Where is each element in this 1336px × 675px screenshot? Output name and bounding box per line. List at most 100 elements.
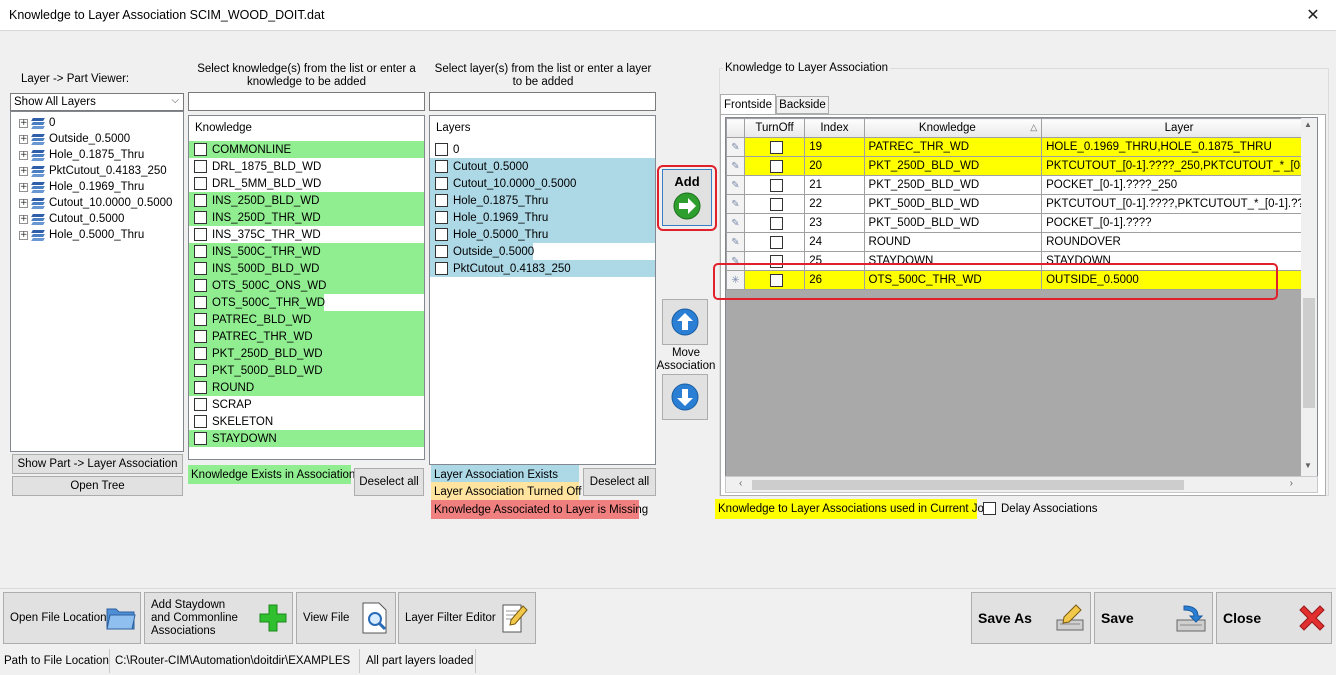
knowledge-list-item[interactable]: COMMONLINE	[189, 141, 424, 158]
turnoff-cell[interactable]	[743, 175, 806, 195]
knowledge-cell[interactable]: PKT_250D_BLD_WD	[863, 175, 1043, 195]
turnoff-checkbox[interactable]	[770, 235, 784, 249]
knowledge-checkbox[interactable]	[194, 279, 207, 292]
edit-row-icon[interactable]: ✎	[726, 137, 745, 157]
knowledge-list-item[interactable]: INS_375C_THR_WD	[189, 226, 424, 243]
expand-icon[interactable]: +	[19, 182, 28, 192]
layer-checkbox[interactable]	[435, 160, 448, 173]
turnoff-cell[interactable]	[743, 156, 806, 176]
turnoff-cell[interactable]	[743, 137, 806, 157]
delay-associations-checkbox[interactable]: Delay Associations	[983, 502, 1098, 515]
tab-backside[interactable]: Backside	[776, 96, 829, 114]
col-index-header[interactable]: Index	[804, 118, 865, 138]
layer-cell[interactable]: PKTCUTOUT_[0-1].????,PKTCUTOUT_*_[0-1].?…	[1041, 194, 1317, 214]
add-staydown-button[interactable]: Add Staydown and Commonline Associations	[144, 592, 293, 644]
knowledge-list-item[interactable]: INS_250D_BLD_WD	[189, 192, 424, 209]
col-knowledge-header[interactable]: Knowledge △	[863, 118, 1043, 138]
tab-frontside[interactable]: Frontside	[720, 94, 776, 115]
scroll-down-icon[interactable]: ▼	[1304, 461, 1312, 470]
knowledge-checkbox[interactable]	[194, 313, 207, 326]
association-row[interactable]: ✎ 23 PKT_500D_BLD_WD POCKET_[0-1].????	[726, 213, 1317, 233]
knowledge-list-item[interactable]: PATREC_THR_WD	[189, 328, 424, 345]
layer-list-item[interactable]: Hole_0.1875_Thru	[430, 192, 655, 209]
layer-checkbox[interactable]	[435, 262, 448, 275]
knowledge-cell[interactable]: ROUND	[863, 232, 1043, 252]
layer-list-item[interactable]: 0	[430, 141, 655, 158]
knowledge-list-item[interactable]: PKT_500D_BLD_WD	[189, 362, 424, 379]
expand-icon[interactable]: +	[19, 134, 28, 144]
move-down-button[interactable]	[662, 374, 708, 420]
edit-row-icon[interactable]: ✎	[726, 232, 745, 252]
knowledge-list-item[interactable]: ROUND	[189, 379, 424, 396]
knowledge-checkbox[interactable]	[194, 211, 207, 224]
turnoff-checkbox[interactable]	[770, 197, 784, 211]
tree-item[interactable]: + Cutout_0.5000	[19, 211, 183, 227]
association-row[interactable]: ✎ 20 PKT_250D_BLD_WD PKTCUTOUT_[0-1].????_2…	[726, 156, 1317, 176]
layers-deselect-all-button[interactable]: Deselect all	[583, 468, 656, 496]
layer-cell[interactable]: PKTCUTOUT_[0-1].????_250,PKTCUTOUT_*_[0-…	[1041, 156, 1317, 176]
layer-list-item[interactable]: Cutout_10.0000_0.5000	[430, 175, 655, 192]
scroll-left-icon[interactable]: ‹	[739, 478, 742, 489]
grid-vscroll-thumb[interactable]	[1303, 298, 1315, 408]
turnoff-checkbox[interactable]	[770, 140, 784, 154]
knowledge-checkbox[interactable]	[194, 245, 207, 258]
knowledge-cell[interactable]: PKT_500D_BLD_WD	[863, 194, 1043, 214]
layer-checkbox[interactable]	[435, 211, 448, 224]
knowledge-list-item[interactable]: DRL_5MM_BLD_WD	[189, 175, 424, 192]
knowledge-checkbox[interactable]	[194, 398, 207, 411]
knowledge-checkbox[interactable]	[194, 143, 207, 156]
part-tree[interactable]: +0 + Outside_0.5000 + Hole_0.1875_Thru + PktCu…	[10, 111, 184, 452]
tree-item[interactable]: +0	[19, 115, 183, 131]
open-tree-button[interactable]: Open Tree	[12, 476, 183, 496]
turnoff-checkbox[interactable]	[770, 159, 784, 173]
expand-icon[interactable]: +	[19, 118, 28, 128]
tree-item[interactable]: + Outside_0.5000	[19, 131, 183, 147]
knowledge-checkbox[interactable]	[194, 381, 207, 394]
window-close-icon[interactable]: ✕	[1290, 0, 1336, 30]
layer-list-item[interactable]: Hole_0.5000_Thru	[430, 226, 655, 243]
tree-item[interactable]: + Hole_0.1969_Thru	[19, 179, 183, 195]
knowledge-list-item[interactable]: SCRAP	[189, 396, 424, 413]
tree-item[interactable]: + Hole_0.1875_Thru	[19, 147, 183, 163]
layer-list-item[interactable]: Outside_0.5000	[430, 243, 655, 260]
move-up-button[interactable]	[662, 299, 708, 345]
grid-horizontal-scrollbar[interactable]: ‹ ›	[725, 476, 1318, 493]
edit-row-icon[interactable]: ✎	[726, 175, 745, 195]
edit-row-icon[interactable]: ✎	[726, 194, 745, 214]
association-row[interactable]: ✎ 21 PKT_250D_BLD_WD POCKET_[0-1].????_250	[726, 175, 1317, 195]
col-layer-header[interactable]: Layer	[1041, 118, 1317, 138]
knowledge-checkbox[interactable]	[194, 415, 207, 428]
layer-list-item[interactable]: PktCutout_0.4183_250	[430, 260, 655, 277]
layer-checkbox[interactable]	[435, 245, 448, 258]
edit-row-icon[interactable]: ✎	[726, 156, 745, 176]
layer-checkbox[interactable]	[435, 194, 448, 207]
knowledge-checkbox[interactable]	[194, 194, 207, 207]
knowledge-list-item[interactable]: OTS_500C_ONS_WD	[189, 277, 424, 294]
save-as-button[interactable]: Save As	[971, 592, 1091, 644]
grid-hscroll-thumb[interactable]	[752, 480, 1184, 490]
knowledge-input[interactable]	[188, 92, 425, 111]
scroll-right-icon[interactable]: ›	[1290, 478, 1293, 489]
layer-filter-select[interactable]: Show All Layers ⌵	[10, 93, 184, 111]
tree-item[interactable]: + Hole_0.5000_Thru	[19, 227, 183, 243]
layer-list-item[interactable]: Cutout_0.5000	[430, 158, 655, 175]
knowledge-checkbox[interactable]	[194, 432, 207, 445]
knowledge-list-item[interactable]: INS_250D_THR_WD	[189, 209, 424, 226]
knowledge-checkbox[interactable]	[194, 296, 207, 309]
layer-cell[interactable]: ROUNDOVER	[1041, 232, 1317, 252]
expand-icon[interactable]: +	[19, 166, 28, 176]
expand-icon[interactable]: +	[19, 230, 28, 240]
knowledge-list-item[interactable]: OTS_500C_THR_WD	[189, 294, 424, 311]
grid-vertical-scrollbar[interactable]: ▲ ▼	[1301, 118, 1317, 476]
layers-list[interactable]: Layers 0 Cutout_0.5000 Cutout_10.0000_0.50…	[429, 115, 656, 465]
layer-cell[interactable]: POCKET_[0-1].????	[1041, 213, 1317, 233]
turnoff-checkbox[interactable]	[770, 178, 784, 192]
edit-row-icon[interactable]: ✎	[726, 213, 745, 233]
expand-icon[interactable]: +	[19, 150, 28, 160]
knowledge-list-item[interactable]: PATREC_BLD_WD	[189, 311, 424, 328]
open-file-location-button[interactable]: Open File Location	[3, 592, 141, 644]
turnoff-cell[interactable]	[743, 232, 806, 252]
knowledge-cell[interactable]: PKT_250D_BLD_WD	[863, 156, 1043, 176]
layers-input[interactable]	[429, 92, 656, 111]
knowledge-checkbox[interactable]	[194, 228, 207, 241]
